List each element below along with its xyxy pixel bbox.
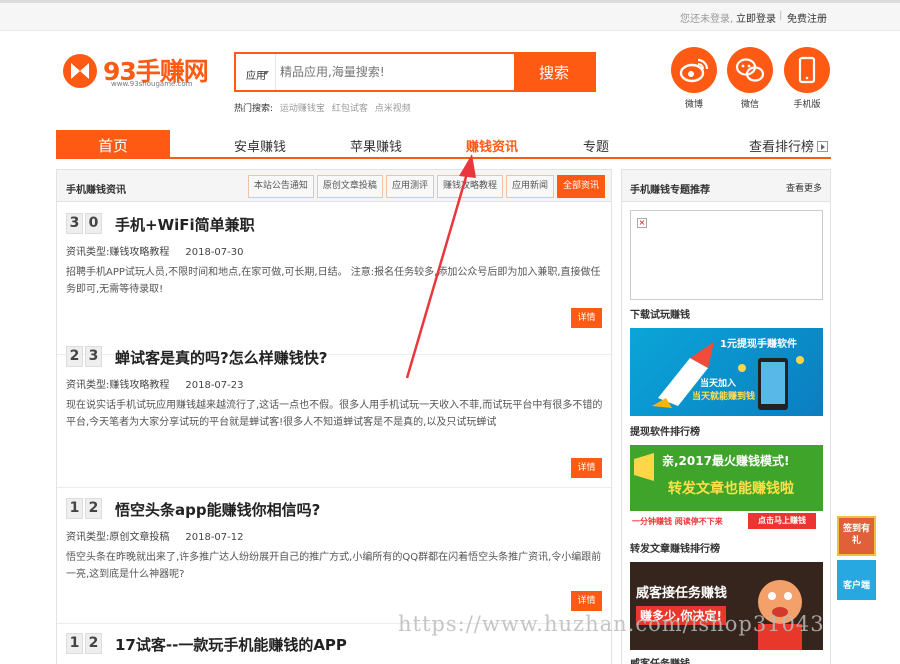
tab-guide[interactable]: 赚钱攻略教程 (436, 175, 503, 198)
tab-all[interactable]: 全部资讯 (556, 175, 605, 198)
news-panel-title: 手机赚钱资讯 (66, 185, 126, 196)
client-download-button[interactable]: 客户端 (837, 560, 876, 600)
weibo-label: 微博 (684, 100, 703, 110)
main-nav: 首页 安卓赚钱 苹果赚钱 赚钱资讯 专题 查看排行榜 (56, 130, 831, 159)
article-desc: 现在说实话手机试玩应用赚钱越来越流行了,这话一点也不假。很多人用手机试玩一天收入… (66, 400, 603, 428)
topic-caption[interactable]: 下载试玩赚钱 (630, 306, 690, 321)
detail-button[interactable]: 详情 (571, 591, 602, 611)
sidebar-title: 手机赚钱专题推荐 (630, 185, 710, 196)
nav-android[interactable]: 安卓赚钱 (234, 136, 286, 155)
detail-button[interactable]: 详情 (571, 458, 602, 478)
article-title[interactable]: 手机+WiFi简单兼职 (115, 214, 255, 235)
site-logo[interactable]: 93手赚网 www.93shougame.com (63, 52, 223, 92)
banner-text: 转发文章也能赚钱啦 (668, 481, 794, 497)
topbar-separator: | (779, 10, 783, 21)
mobile-icon (784, 47, 830, 93)
weibo-button[interactable]: 微博 (669, 47, 719, 110)
banner-text: 一分钟赚钱 阅读停不下来 (632, 517, 723, 526)
nav-home[interactable]: 首页 (56, 130, 170, 159)
sidebar-header: 手机赚钱专题推荐 查看更多 (622, 170, 830, 202)
article-meta: 资讯类型:赚钱攻略教程 2018-07-23 (66, 380, 244, 391)
banner-button: 点击马上赚钱 (748, 513, 816, 529)
topic-banner-withdraw[interactable]: 1元提现手赚软件 当天加入 当天就能赚到钱 (630, 328, 823, 416)
login-hint: 您还未登录, (680, 14, 734, 25)
logo-url: www.93shougame.com (111, 80, 193, 88)
see-more-link[interactable]: 查看更多 (786, 181, 822, 194)
topic-caption[interactable]: 提现软件排行榜 (630, 423, 700, 438)
nav-rank[interactable]: 查看排行榜 (749, 136, 829, 155)
watermark-text: https://www.huzhan.com/ishop31043 (398, 612, 825, 636)
news-panel-header: 手机赚钱资讯 本站公告通知 原创文章投稿 应用测评 赚钱攻略教程 应用新闻 全部… (57, 170, 611, 202)
topic-caption[interactable]: 威客任务赚钱 (630, 655, 690, 664)
login-link[interactable]: 立即登录 (736, 10, 776, 25)
nav-news[interactable]: 赚钱资讯 (466, 136, 518, 155)
article-item: 23 蝉试客是真的吗?怎么样赚钱快? 资讯类型:赚钱攻略教程 2018-07-23… (57, 336, 611, 488)
hot-search: 热门搜索: 运动赚钱宝 红包试客 点米视频 (234, 101, 415, 114)
article-date: 2018-07-30 (185, 247, 244, 258)
tab-review[interactable]: 应用测评 (385, 175, 434, 198)
mobile-label: 手机版 (793, 100, 821, 110)
search-input[interactable] (280, 61, 510, 83)
article-meta: 资讯类型:赚钱攻略教程 2018-07-30 (66, 247, 244, 258)
signin-gift-button[interactable]: 签到有礼 (837, 516, 876, 556)
topic-sidebar: 手机赚钱专题推荐 查看更多 × 下载试玩赚钱 1元提现手赚软件 当天加入 当天就… (621, 169, 831, 664)
wechat-icon (727, 47, 773, 93)
nav-topics[interactable]: 专题 (583, 136, 609, 155)
search-box: 应用 搜索 (234, 52, 596, 92)
search-category-select[interactable]: 应用 (236, 54, 276, 90)
article-desc: 悟空头条在昨晚就出来了,许多推广达人纷纷展开自己的推广方式,小编所有的QQ群都在… (66, 552, 602, 580)
article-title[interactable]: 蝉试客是真的吗?怎么样赚钱快? (115, 347, 327, 368)
article-date-badge: 30 (66, 213, 104, 234)
top-bar: 您还未登录, 立即登录 | 免费注册 (0, 3, 900, 31)
wechat-label: 微信 (740, 100, 759, 110)
nav-rank-label: 查看排行榜 (749, 140, 815, 155)
article-title[interactable]: 17试客--一款玩手机能赚钱的APP (115, 634, 347, 655)
mobile-button[interactable]: 手机版 (782, 47, 832, 110)
article-date: 2018-07-23 (185, 380, 244, 391)
tab-app-news[interactable]: 应用新闻 (505, 175, 554, 198)
tab-notice[interactable]: 本站公告通知 (247, 175, 314, 198)
nav-apple[interactable]: 苹果赚钱 (350, 136, 402, 155)
article-type[interactable]: 赚钱攻略教程 (109, 247, 169, 258)
article-type[interactable]: 赚钱攻略教程 (109, 380, 169, 391)
article-title[interactable]: 悟空头条app能赚钱你相信吗? (115, 499, 320, 520)
article-item: 30 手机+WiFi简单兼职 资讯类型:赚钱攻略教程 2018-07-30 招聘手… (57, 203, 611, 355)
hot-search-label: 热门搜索: (234, 104, 274, 114)
hot-keyword[interactable]: 运动赚钱宝 (280, 104, 325, 114)
article-date-badge: 12 (66, 498, 104, 519)
article-date: 2018-07-12 (185, 532, 244, 543)
chevron-right-icon (817, 141, 829, 152)
register-link[interactable]: 免费注册 (787, 10, 827, 25)
hot-keyword[interactable]: 点米视频 (375, 104, 411, 114)
banner-text: 亲,2017最火赚钱模式! (662, 454, 790, 468)
broken-image-icon: × (637, 218, 647, 228)
article-meta: 资讯类型:原创文章投稿2018-07-12 (66, 532, 244, 543)
detail-button[interactable]: 详情 (571, 308, 602, 328)
topic-banner-forward[interactable]: 亲,2017最火赚钱模式! 转发文章也能赚钱啦 一分钟赚钱 阅读停不下来 点击马… (630, 445, 823, 533)
banner-text: 威客接任务赚钱 (636, 586, 728, 601)
article-date-badge: 12 (66, 633, 104, 654)
banner-text: 当天就能赚到钱 (692, 392, 756, 402)
weibo-icon (671, 47, 717, 93)
wechat-button[interactable]: 微信 (725, 47, 775, 110)
hot-keyword[interactable]: 红包试客 (332, 104, 368, 114)
article-date-badge: 23 (66, 346, 104, 367)
article-type[interactable]: 原创文章投稿 (109, 532, 169, 543)
broken-image[interactable]: × (630, 210, 823, 300)
tab-original[interactable]: 原创文章投稿 (316, 175, 383, 198)
topic-caption[interactable]: 转发文章赚钱排行榜 (630, 540, 720, 555)
search-button[interactable]: 搜索 (514, 54, 594, 90)
logo-mark-icon (63, 54, 97, 88)
topic-banner-task[interactable]: 威客接任务赚钱 赚多少,你决定! (630, 562, 823, 650)
news-tabs: 本站公告通知 原创文章投稿 应用测评 赚钱攻略教程 应用新闻 全部资讯 (245, 175, 605, 198)
banner-text: 1元提现手赚软件 (720, 339, 797, 350)
article-item: 12 悟空头条app能赚钱你相信吗? 资讯类型:原创文章投稿 2018-07-12… (57, 488, 611, 624)
news-panel: 手机赚钱资讯 本站公告通知 原创文章投稿 应用测评 赚钱攻略教程 应用新闻 全部… (56, 169, 612, 664)
article-desc: 招聘手机APP试玩人员,不限时间和地点,在家可做,可长期,日结。 注意:报名任务… (66, 267, 601, 295)
banner-text: 当天加入 (700, 379, 737, 389)
